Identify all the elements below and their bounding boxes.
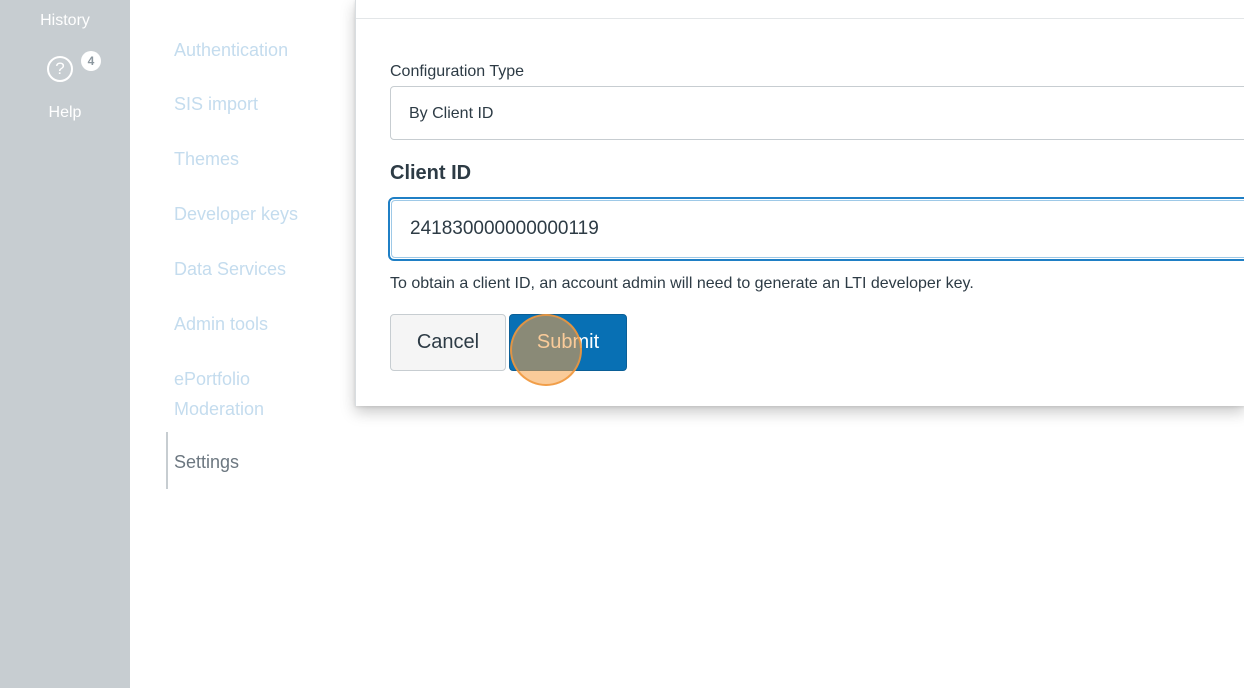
section-nav-eportfolio-moderation[interactable]: ePortfolio Moderation (174, 364, 314, 424)
add-app-dialog: Configuration Type By Client ID Client I… (355, 0, 1244, 406)
client-id-input[interactable] (388, 197, 1244, 261)
section-nav-themes[interactable]: Themes (174, 147, 239, 171)
help-icon-glyph: ? (55, 59, 65, 78)
cancel-button[interactable]: Cancel (390, 314, 506, 371)
global-nav: History ? 4 Help (0, 0, 130, 688)
client-id-label: Client ID (390, 162, 472, 184)
section-nav-sis-import[interactable]: SIS import (174, 92, 258, 116)
submit-button[interactable]: Submit (509, 314, 627, 371)
section-nav-authentication[interactable]: Authentication (174, 38, 288, 62)
configuration-type-label: Configuration Type (390, 63, 525, 80)
history-label: History (40, 12, 90, 29)
configuration-type-value: By Client ID (409, 105, 494, 122)
global-nav-history[interactable]: History (0, 10, 130, 32)
client-id-hint: To obtain a client ID, an account admin … (390, 275, 974, 292)
help-badge: 4 (81, 51, 101, 71)
section-nav-developer-keys[interactable]: Developer keys (174, 202, 298, 226)
account-section-nav: Authentication SIS import Themes Develop… (130, 0, 360, 688)
section-nav-data-services[interactable]: Data Services (174, 257, 286, 281)
dialog-divider (356, 18, 1244, 19)
global-nav-help[interactable]: ? 4 Help (0, 51, 130, 134)
help-label: Help (48, 104, 82, 121)
configuration-type-select[interactable]: By Client ID (390, 86, 1244, 140)
help-icon: ? (47, 56, 73, 82)
help-badge-count: 4 (87, 54, 95, 68)
section-nav-admin-tools[interactable]: Admin tools (174, 312, 268, 336)
active-indicator-bar (166, 432, 168, 489)
section-nav-settings[interactable]: Settings (174, 450, 239, 474)
